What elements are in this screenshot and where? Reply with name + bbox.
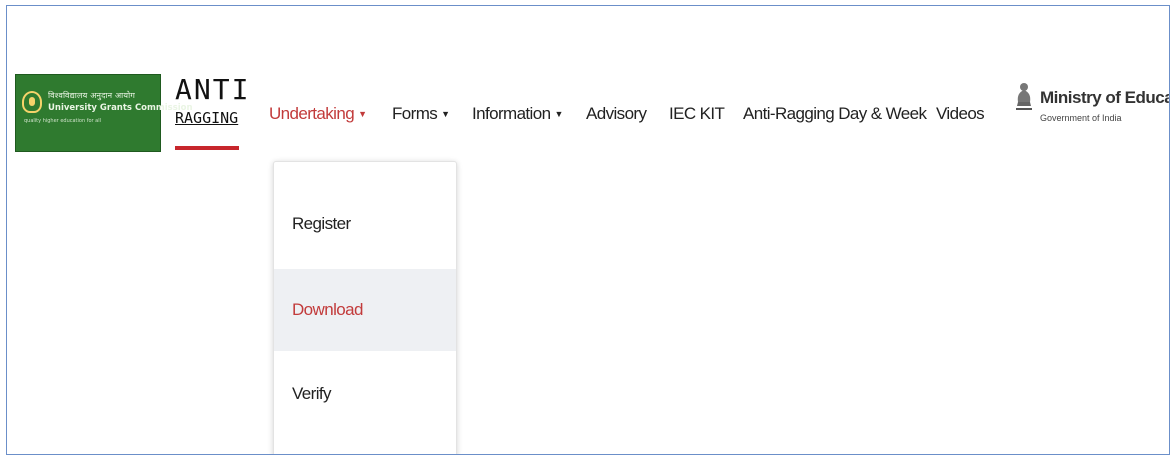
dropdown-item-register[interactable]: Register xyxy=(274,183,456,265)
dropdown-item-download[interactable]: Download xyxy=(274,269,456,351)
anti-ragging-logo-bar xyxy=(175,146,239,150)
ugc-tagline: quality higher education for all xyxy=(24,118,102,124)
nav-item-label: IEC KIT xyxy=(669,104,725,123)
nav-item-label: Undertaking xyxy=(269,104,355,123)
ugc-hindi-name: विश्वविद्यालय अनुदान आयोग xyxy=(48,91,136,100)
screenshot-frame: विश्वविद्यालय अनुदान आयोग University Gra… xyxy=(6,5,1170,455)
ugc-english-name: University Grants Commission xyxy=(48,103,193,113)
nav-item-forms[interactable]: Forms ▼ xyxy=(392,102,450,127)
nav-item-iec-kit[interactable]: IEC KIT xyxy=(669,102,725,126)
national-emblem-icon xyxy=(1016,83,1032,110)
caret-down-icon: ▼ xyxy=(358,108,367,119)
anti-ragging-logo[interactable]: ANTI RAGGING xyxy=(175,76,248,156)
caret-down-icon: ▼ xyxy=(441,108,450,119)
nav-item-videos[interactable]: Videos xyxy=(936,102,985,126)
ugc-emblem-icon xyxy=(22,91,42,113)
nav-item-label: Advisory xyxy=(586,104,647,123)
nav-item-label: Videos xyxy=(936,104,985,123)
nav-item-information[interactable]: Information ▼ xyxy=(472,102,563,127)
caret-down-icon: ▼ xyxy=(554,108,563,119)
ugc-logo[interactable]: विश्वविद्यालय अनुदान आयोग University Gra… xyxy=(15,74,193,152)
nav-item-label: Information xyxy=(472,104,551,123)
dropdown-item-verify[interactable]: Verify xyxy=(274,353,456,435)
ministry-of-education-logo[interactable]: Ministry of Education Government of Indi… xyxy=(1007,80,1169,160)
nav-item-advisory[interactable]: Advisory xyxy=(586,102,647,126)
moe-title: Ministry of Education xyxy=(1040,88,1169,107)
moe-subtitle: Government of India xyxy=(1040,113,1122,123)
nav-item-anti-ragging-day-week[interactable]: Anti-Ragging Day & Week xyxy=(743,102,927,126)
anti-ragging-logo-bottom: RAGGING xyxy=(175,109,239,127)
undertaking-dropdown-menu: Register Download Verify xyxy=(273,161,457,454)
nav-item-label: Anti-Ragging Day & Week xyxy=(743,104,927,123)
nav-item-label: Forms xyxy=(392,104,438,123)
anti-ragging-logo-top: ANTI xyxy=(175,73,251,106)
nav-item-undertaking[interactable]: Undertaking ▼ xyxy=(269,102,367,127)
